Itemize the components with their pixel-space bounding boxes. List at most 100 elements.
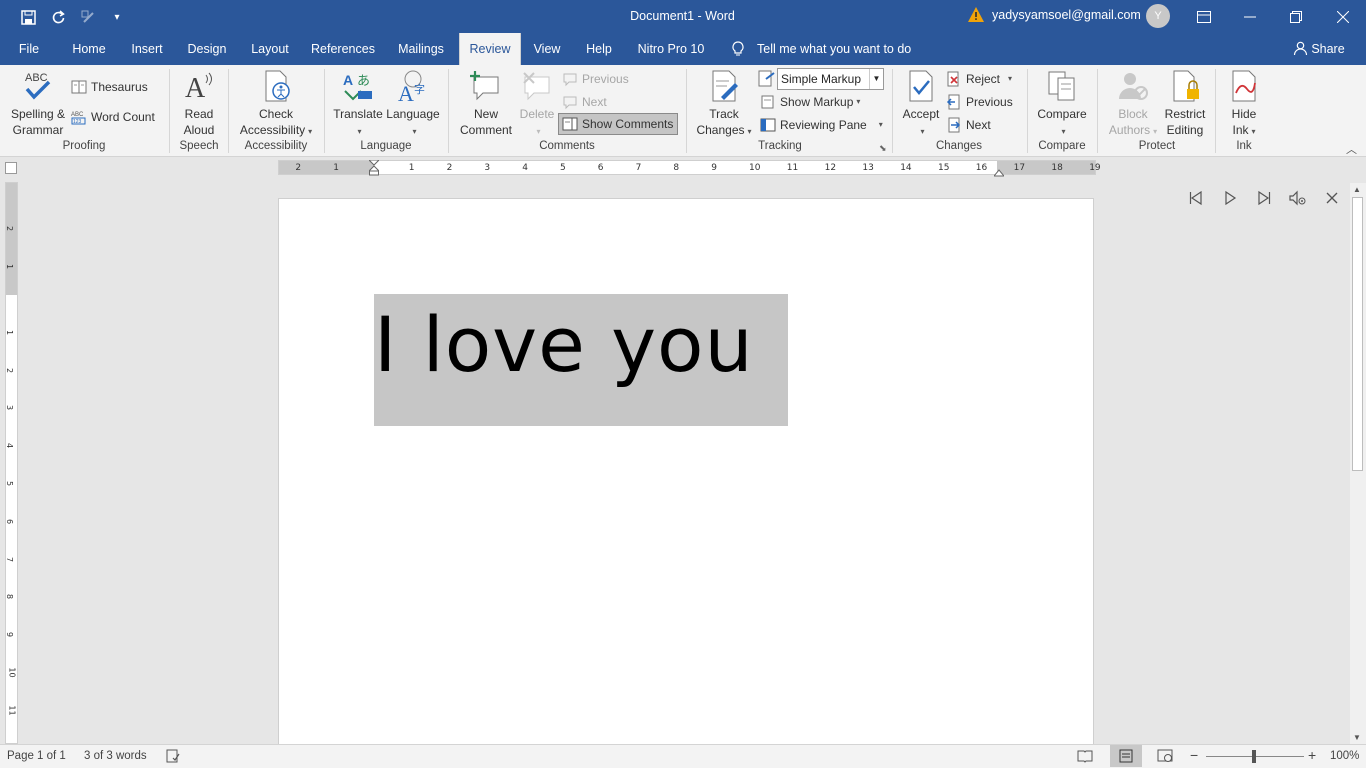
ruler-tick-label: 5 bbox=[560, 163, 566, 173]
previous-paragraph-icon[interactable] bbox=[1184, 187, 1208, 209]
tab-insert[interactable]: Insert bbox=[124, 33, 170, 65]
scrollbar-thumb[interactable] bbox=[1352, 197, 1363, 471]
accessibility-label: Accessibility bbox=[239, 123, 306, 137]
tab-review[interactable]: Review bbox=[459, 33, 521, 65]
save-icon[interactable] bbox=[17, 6, 39, 28]
share-button[interactable]: Share bbox=[1310, 33, 1346, 65]
next-label: Next bbox=[582, 95, 607, 109]
horizontal-ruler[interactable]: 2 1 1 2 3 4 5 6 7 8 9 10 11 12 13 14 15 16 17 18 19 bbox=[278, 159, 1101, 177]
indent-marker-icon[interactable] bbox=[367, 159, 381, 179]
thesaurus-button[interactable]: Thesaurus bbox=[71, 77, 148, 97]
ruler-tick-label: 11 bbox=[786, 163, 799, 173]
document-text[interactable]: I love you bbox=[374, 300, 754, 389]
print-layout-icon[interactable] bbox=[1110, 745, 1142, 767]
vertical-scrollbar[interactable]: ▲ ▼ bbox=[1350, 183, 1366, 744]
show-markup-button[interactable]: Show Markup ▾ bbox=[760, 92, 860, 112]
ink-label: Ink bbox=[1232, 123, 1249, 137]
language-button[interactable]: A字 Language ▾ bbox=[386, 69, 440, 140]
next-change-button[interactable]: Next bbox=[946, 115, 991, 135]
svg-text:A: A bbox=[343, 72, 353, 88]
next-comment-button[interactable]: Next bbox=[562, 92, 607, 112]
next-paragraph-icon[interactable] bbox=[1252, 187, 1276, 209]
tab-nitro[interactable]: Nitro Pro 10 bbox=[630, 33, 712, 65]
ribbon-display-options-icon[interactable] bbox=[1181, 0, 1227, 33]
document-page[interactable] bbox=[278, 198, 1094, 758]
close-button[interactable] bbox=[1320, 0, 1366, 33]
proofing-status-icon[interactable] bbox=[165, 748, 181, 767]
zoom-slider-thumb[interactable] bbox=[1252, 750, 1256, 763]
accept-button[interactable]: Accept ▾ bbox=[898, 69, 944, 140]
word-count[interactable]: 3 of 3 words bbox=[84, 750, 147, 762]
tab-view[interactable]: View bbox=[528, 33, 566, 65]
translate-button[interactable]: Aあ Translate ▾ bbox=[332, 69, 384, 140]
ruler-tick-label: 7 bbox=[635, 163, 642, 173]
zoom-level[interactable]: 100% bbox=[1330, 750, 1359, 762]
hide-ink-button[interactable]: Hide Ink ▾ bbox=[1222, 69, 1266, 140]
right-indent-marker-icon[interactable] bbox=[992, 166, 1006, 180]
previous-comment-icon bbox=[563, 73, 577, 87]
tracking-dialog-launcher-icon[interactable]: ⬊ bbox=[879, 143, 887, 154]
word-count-label: Word Count bbox=[91, 110, 155, 124]
reviewing-pane-label: Reviewing Pane bbox=[780, 118, 867, 132]
tell-me-search[interactable]: Tell me what you want to do bbox=[757, 33, 927, 65]
reject-button[interactable]: Reject ▾ bbox=[946, 69, 1012, 89]
vertical-ruler-tick-label: 6 bbox=[5, 518, 15, 524]
track-label: Track bbox=[709, 107, 739, 121]
tab-help[interactable]: Help bbox=[578, 33, 620, 65]
customize-toolbar-icon[interactable]: ▾ bbox=[106, 6, 128, 28]
vertical-ruler-tick-label: 9 bbox=[5, 632, 15, 638]
ruler-tick-label: 14 bbox=[900, 163, 912, 173]
tab-mailings[interactable]: Mailings bbox=[390, 33, 452, 65]
spelling-grammar-button[interactable]: ABC Spelling & Grammar bbox=[8, 69, 68, 138]
restrict-editing-button[interactable]: Restrict Editing bbox=[1160, 69, 1210, 138]
share-person-icon[interactable] bbox=[1293, 41, 1308, 59]
tab-file[interactable]: File bbox=[10, 33, 48, 65]
compare-button[interactable]: Compare ▾ bbox=[1034, 69, 1090, 140]
markup-dropdown[interactable]: Simple Markup ▼ bbox=[777, 68, 884, 90]
scroll-down-icon[interactable]: ▼ bbox=[1353, 733, 1361, 742]
ruler-tick-label: 6 bbox=[597, 163, 604, 173]
ruler-margin-left bbox=[279, 161, 374, 174]
minimize-button[interactable] bbox=[1227, 0, 1273, 33]
chevron-down-icon[interactable]: ▼ bbox=[869, 69, 883, 89]
restrict-label: Restrict bbox=[1164, 107, 1206, 121]
redo-icon[interactable] bbox=[47, 6, 69, 28]
new-comment-button[interactable]: New Comment bbox=[455, 69, 517, 138]
show-comments-button[interactable]: Show Comments bbox=[558, 113, 678, 135]
previous-change-button[interactable]: Previous bbox=[946, 92, 1013, 112]
word-count-button[interactable]: ABC 123 Word Count bbox=[71, 107, 155, 127]
vertical-ruler-tick-label: 3 bbox=[5, 405, 15, 411]
close-read-aloud-icon[interactable] bbox=[1320, 187, 1344, 209]
tab-home[interactable]: Home bbox=[64, 33, 114, 65]
tab-design[interactable]: Design bbox=[180, 33, 234, 65]
avatar[interactable]: Y bbox=[1146, 4, 1170, 28]
track-changes-button[interactable]: Track Changes ▾ bbox=[692, 69, 756, 140]
previous-comment-button[interactable]: Previous bbox=[562, 69, 629, 89]
read-aloud-button[interactable]: A Read Aloud bbox=[174, 69, 224, 138]
scroll-up-icon[interactable]: ▲ bbox=[1353, 185, 1361, 194]
tab-selector[interactable] bbox=[5, 162, 17, 174]
page-count[interactable]: Page 1 of 1 bbox=[7, 750, 66, 762]
collapse-ribbon-icon[interactable]: ︿ bbox=[1346, 141, 1357, 157]
vertical-ruler-tick-label: 7 bbox=[5, 556, 15, 562]
restore-button[interactable] bbox=[1273, 0, 1319, 33]
tab-layout[interactable]: Layout bbox=[244, 33, 296, 65]
read-mode-icon[interactable] bbox=[1077, 748, 1093, 767]
account-name[interactable]: yadysyamsoel@gmail.com bbox=[992, 8, 1141, 22]
block-authors-button[interactable]: Block Authors ▾ bbox=[1104, 69, 1162, 140]
touch-mode-icon[interactable] bbox=[77, 6, 99, 28]
voice-settings-icon[interactable] bbox=[1286, 187, 1310, 209]
vertical-ruler[interactable]: 2 1 1 2 3 4 5 6 7 8 9 10 11 bbox=[5, 182, 18, 744]
warning-icon[interactable] bbox=[967, 6, 985, 27]
web-layout-icon[interactable] bbox=[1157, 748, 1173, 767]
group-separator bbox=[686, 69, 687, 153]
tab-references[interactable]: References bbox=[306, 33, 380, 65]
zoom-in-icon[interactable]: + bbox=[1308, 747, 1316, 763]
ribbon-tabs: File Home Insert Design Layout Reference… bbox=[0, 33, 1366, 65]
delete-comment-button[interactable]: Delete ▾ bbox=[518, 69, 556, 140]
check-accessibility-button[interactable]: Check Accessibility ▾ bbox=[234, 69, 318, 140]
reviewing-pane-button[interactable]: Reviewing Pane ▾ bbox=[760, 115, 883, 135]
play-icon[interactable] bbox=[1218, 187, 1242, 209]
zoom-out-icon[interactable]: − bbox=[1190, 747, 1198, 763]
thesaurus-icon bbox=[71, 80, 87, 94]
